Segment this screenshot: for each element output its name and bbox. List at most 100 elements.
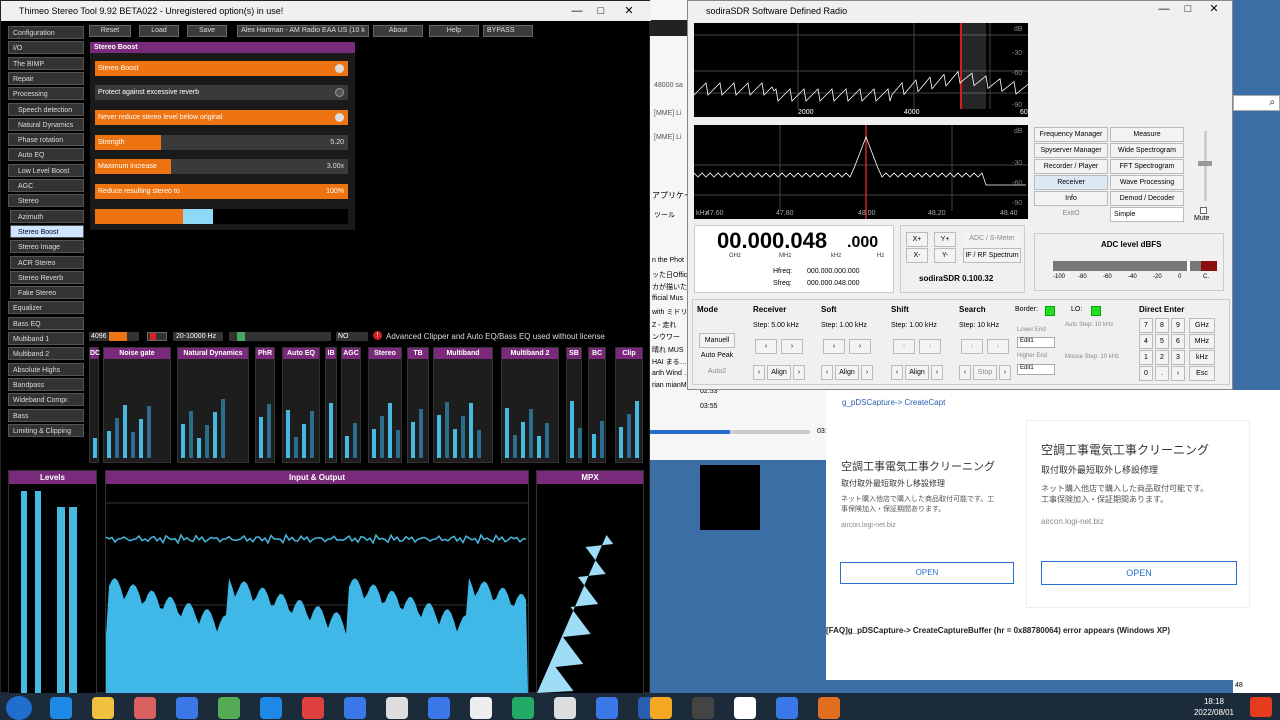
- ad-2[interactable]: 空調工事電気工事クリーニング 取付取外最短取外し移設修理 ネット購入他店で購入し…: [1026, 420, 1250, 608]
- toolbar-button[interactable]: Help: [429, 25, 479, 37]
- sidebar-item[interactable]: Absolute Highs: [8, 362, 84, 376]
- sidebar-item[interactable]: Auto EQ: [8, 148, 84, 162]
- ad-2-open-button[interactable]: OPEN: [1041, 561, 1237, 585]
- key-9[interactable]: 9: [1171, 318, 1185, 333]
- menu-spyserver-manager[interactable]: Spyserver Manager: [1034, 143, 1108, 158]
- x-plus-button[interactable]: X+: [906, 232, 928, 247]
- taskbar-app-icon[interactable]: [692, 697, 714, 719]
- sidebar-item[interactable]: The BIMP: [8, 56, 84, 70]
- volume-slider[interactable]: [1194, 131, 1218, 211]
- key-‹[interactable]: ‹: [1171, 366, 1185, 381]
- module-dc[interactable]: DC: [89, 347, 100, 463]
- align-right-button[interactable]: ›: [999, 365, 1011, 380]
- y-plus-button[interactable]: Y+: [934, 232, 956, 247]
- protect-reverb-toggle[interactable]: Protect against excessive reverb: [95, 85, 348, 100]
- align-left-button[interactable]: ‹: [959, 365, 971, 380]
- adc-smeter-button[interactable]: ADC / S-Meter: [963, 232, 1021, 247]
- maximize-icon[interactable]: □: [1180, 1, 1196, 17]
- taskbar-app-icon[interactable]: [818, 697, 840, 719]
- toolbar-button[interactable]: Alex Hartman - AM Radio EAA US (10 k: [237, 25, 369, 37]
- taskbar-app-icon[interactable]: [92, 697, 114, 719]
- key-6[interactable]: 6: [1171, 334, 1185, 349]
- mode-manuell[interactable]: Manuell: [699, 333, 735, 348]
- key-.[interactable]: .: [1155, 366, 1169, 381]
- sidebar-item[interactable]: Stereo Reverb: [10, 270, 84, 284]
- taskbar-app-icon[interactable]: [596, 697, 618, 719]
- step-back-button[interactable]: ‹: [893, 339, 915, 354]
- key-MHz[interactable]: MHz: [1189, 334, 1215, 349]
- align-left-button[interactable]: ‹: [821, 365, 833, 380]
- module-agc[interactable]: AGC: [341, 347, 361, 463]
- sidebar-item[interactable]: Low Level Boost: [8, 163, 84, 177]
- menu-wave-processing[interactable]: Wave Processing: [1110, 175, 1184, 190]
- menu-exito[interactable]: ExitO: [1034, 207, 1108, 222]
- menu-measure[interactable]: Measure: [1110, 127, 1184, 142]
- taskbar-app-icon[interactable]: [734, 697, 756, 719]
- reduce-stereo-slider[interactable]: Reduce resulting stereo to 100%: [95, 184, 348, 199]
- sidebar-item[interactable]: Configuration: [8, 26, 84, 39]
- sidebar-item[interactable]: Stereo Image: [10, 240, 84, 254]
- taskbar-app-icon[interactable]: [512, 697, 534, 719]
- module-stereo[interactable]: Stereo: [368, 347, 402, 463]
- menu-recorder-player[interactable]: Recorder / Player: [1034, 159, 1108, 174]
- web-link[interactable]: g_pDSCapture-> CreateCapt: [842, 398, 945, 407]
- sidebar-item[interactable]: Equalizer: [8, 301, 84, 315]
- web-faq[interactable]: [FAQ]g_pDSCapture-> CreateCaptureBuffer …: [826, 626, 1170, 635]
- y-minus-button[interactable]: Y-: [934, 248, 956, 263]
- wide-spectrum[interactable]: 2000 4000 6000 8000 dB -30 -60 -90: [694, 23, 1028, 117]
- track-item[interactable]: HAI まる…: [652, 357, 687, 367]
- align-button[interactable]: Align: [905, 365, 929, 380]
- taskbar-app-icon[interactable]: [260, 697, 282, 719]
- strength-slider[interactable]: Strength 5.20: [95, 135, 348, 150]
- track-item[interactable]: Z - 走れ: [652, 320, 677, 330]
- align-button[interactable]: Align: [767, 365, 791, 380]
- taskbar-app-icon[interactable]: [50, 697, 72, 719]
- sidebar-item[interactable]: I/O: [8, 41, 84, 55]
- taskbar-app-icon[interactable]: [554, 697, 576, 719]
- module-bc[interactable]: BC: [588, 347, 606, 463]
- toolbar-button[interactable]: Load: [139, 25, 179, 37]
- align-button[interactable]: Align: [835, 365, 859, 380]
- step-fwd-button[interactable]: ›: [987, 339, 1009, 354]
- sidebar-item[interactable]: Repair: [8, 71, 84, 85]
- track-item[interactable]: ッた日Offici: [652, 270, 689, 280]
- bg-progress[interactable]: [650, 430, 810, 434]
- sidebar-item[interactable]: Wideband Compr.: [8, 393, 84, 407]
- module-sb[interactable]: SB: [566, 347, 582, 463]
- key-1[interactable]: 1: [1139, 350, 1153, 365]
- ad-1[interactable]: 空調工事電気工事クリーニング 取付取外最短取外し移設修理 ネット購入他店で購入し…: [836, 432, 1026, 602]
- taskbar-app-icon[interactable]: [134, 697, 156, 719]
- step-fwd-button[interactable]: ›: [919, 339, 941, 354]
- ifrf-spectrum-button[interactable]: IF / RF Spectrum: [963, 248, 1021, 263]
- module-phr[interactable]: PhR: [255, 347, 275, 463]
- sidebar-item[interactable]: Stereo: [8, 194, 84, 208]
- close-icon[interactable]: ✕: [1206, 1, 1222, 17]
- maximize-icon[interactable]: □: [593, 3, 609, 19]
- taskbar-app-icon[interactable]: [650, 697, 672, 719]
- sidebar-item[interactable]: Processing: [8, 87, 84, 101]
- toolbar-button[interactable]: BYPASS: [483, 25, 533, 37]
- sidebar-item[interactable]: Multiband 1: [8, 332, 84, 345]
- align-left-button[interactable]: ‹: [891, 365, 903, 380]
- key-0[interactable]: 0: [1139, 366, 1153, 381]
- key-Esc[interactable]: Esc: [1189, 366, 1215, 381]
- key-kHz[interactable]: kHz: [1189, 350, 1215, 365]
- track-item[interactable]: with ミドリ: [652, 307, 687, 317]
- minimize-icon[interactable]: —: [569, 3, 585, 19]
- track-item[interactable]: n the Phot: [652, 257, 684, 264]
- sidebar-item[interactable]: Phase rotation: [8, 133, 84, 147]
- module-natural-dynamics[interactable]: Natural Dynamics: [177, 347, 249, 463]
- menu-wide-spectrogram[interactable]: Wide Spectrogram: [1110, 143, 1184, 158]
- sidebar-item[interactable]: Limiting & Clipping: [8, 423, 84, 437]
- sidebar-item[interactable]: Fake Stereo: [10, 286, 84, 300]
- sidebar-item[interactable]: Speech detection: [8, 102, 84, 116]
- taskbar-app-icon[interactable]: [776, 697, 798, 719]
- toolbar-button[interactable]: Reset: [89, 25, 131, 37]
- align-right-button[interactable]: ›: [793, 365, 805, 380]
- taskbar-app-icon[interactable]: [428, 697, 450, 719]
- mode-auto-peak[interactable]: Auto Peak: [697, 349, 737, 364]
- menu-fft-spectrogram[interactable]: FFT Spectrogram: [1110, 159, 1184, 174]
- track-item[interactable]: 晴れ MUS: [652, 345, 684, 355]
- key-2[interactable]: 2: [1155, 350, 1169, 365]
- sidebar-item[interactable]: Natural Dynamics: [8, 117, 84, 131]
